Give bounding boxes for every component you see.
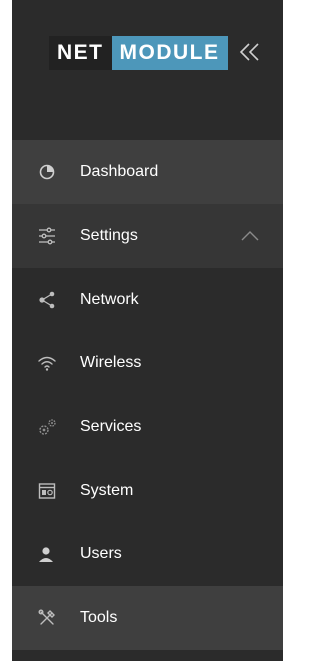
nav-item-users[interactable]: Users bbox=[12, 522, 283, 586]
nav-item-label: Network bbox=[80, 291, 139, 308]
sidebar: NET MODULE Dashboard Settings Network Wi… bbox=[12, 0, 283, 661]
chevron-up-icon[interactable] bbox=[241, 229, 259, 241]
netmodule-logo[interactable]: NET MODULE bbox=[49, 36, 228, 70]
logo-net-text: NET bbox=[49, 36, 112, 70]
nav-item-settings[interactable]: Settings bbox=[12, 204, 283, 268]
nav-item-services[interactable]: Services bbox=[12, 395, 283, 459]
user-icon bbox=[39, 547, 53, 562]
pie-chart-icon bbox=[39, 164, 55, 180]
system-window-icon bbox=[38, 483, 56, 499]
share-icon bbox=[39, 291, 55, 309]
nav-item-label: Services bbox=[80, 418, 142, 435]
nav-item-system[interactable]: System bbox=[12, 459, 283, 523]
double-chevron-left-icon[interactable] bbox=[238, 40, 262, 64]
nav-item-label: Users bbox=[80, 545, 122, 562]
gears-icon bbox=[39, 419, 56, 435]
nav-item-label: Dashboard bbox=[80, 163, 159, 180]
logo-module-text: MODULE bbox=[111, 36, 228, 70]
nav-item-label: Tools bbox=[80, 609, 118, 626]
nav-item-label: System bbox=[80, 482, 134, 499]
nav-item-tools[interactable]: Tools bbox=[12, 586, 283, 650]
nav-item-dashboard[interactable]: Dashboard bbox=[12, 140, 283, 204]
nav-item-label: Wireless bbox=[80, 354, 142, 371]
wifi-icon bbox=[38, 356, 56, 371]
tools-icon bbox=[38, 609, 55, 625]
sliders-icon bbox=[39, 227, 55, 245]
nav-item-label: Settings bbox=[80, 227, 138, 244]
nav-item-wireless[interactable]: Wireless bbox=[12, 331, 283, 395]
nav-item-network[interactable]: Network bbox=[12, 268, 283, 332]
